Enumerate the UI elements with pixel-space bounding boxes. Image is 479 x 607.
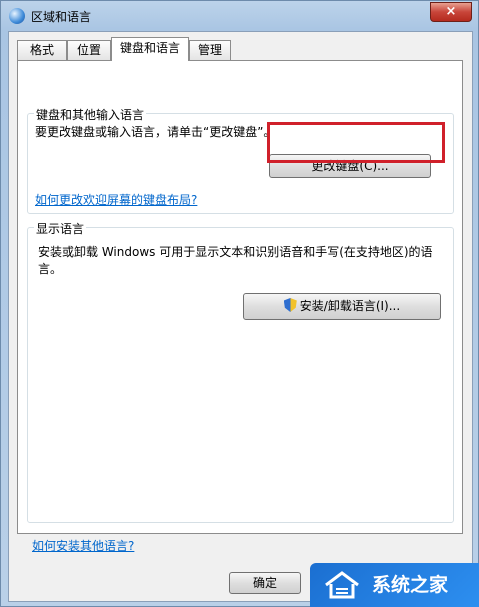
dialog-client: 格式 位置 键盘和语言 管理 键盘和其他输入语言 要更改键盘或输入语言，请单击“…: [8, 31, 473, 602]
display-language-group: 显示语言 安装或卸载 Windows 可用于显示文本和识别语音和手写(在支持地区…: [27, 220, 454, 523]
install-uninstall-languages-button[interactable]: 安装/卸载语言(I)...: [243, 293, 441, 320]
watermark: 系统之家: [310, 563, 479, 607]
tab-format[interactable]: 格式: [17, 40, 67, 60]
tab-keyboards-languages[interactable]: 键盘和语言: [111, 37, 189, 61]
tab-location[interactable]: 位置: [67, 40, 111, 60]
dialog-window: 区域和语言 × 格式 位置 键盘和语言 管理 键盘和其他输入语言 要更改键盘或输…: [0, 0, 479, 607]
globe-icon: [9, 8, 25, 24]
install-uninstall-label: 安装/卸载语言(I)...: [299, 299, 401, 313]
keyboard-layout-help-link[interactable]: 如何更改欢迎屏幕的键盘布局?: [35, 191, 197, 208]
window-title: 区域和语言: [31, 10, 92, 24]
title-bar[interactable]: 区域和语言 ×: [1, 1, 478, 31]
ok-button[interactable]: 确定: [229, 572, 301, 594]
tab-administrative[interactable]: 管理: [189, 40, 231, 60]
highlight-box: [267, 122, 445, 163]
shield-icon: [283, 298, 297, 312]
keyboard-description: 要更改键盘或输入语言，请单击“更改键盘”。: [35, 125, 276, 139]
display-language-legend: 显示语言: [34, 220, 87, 237]
keyboard-group-legend: 键盘和其他输入语言: [34, 106, 147, 123]
install-languages-help-link[interactable]: 如何安装其他语言?: [32, 537, 134, 554]
watermark-text: 系统之家: [372, 574, 449, 596]
display-language-description: 安装或卸载 Windows 可用于显示文本和识别语音和手写(在支持地区)的语言。: [38, 245, 433, 276]
house-logo-icon: [325, 571, 359, 599]
close-button[interactable]: ×: [430, 2, 472, 22]
